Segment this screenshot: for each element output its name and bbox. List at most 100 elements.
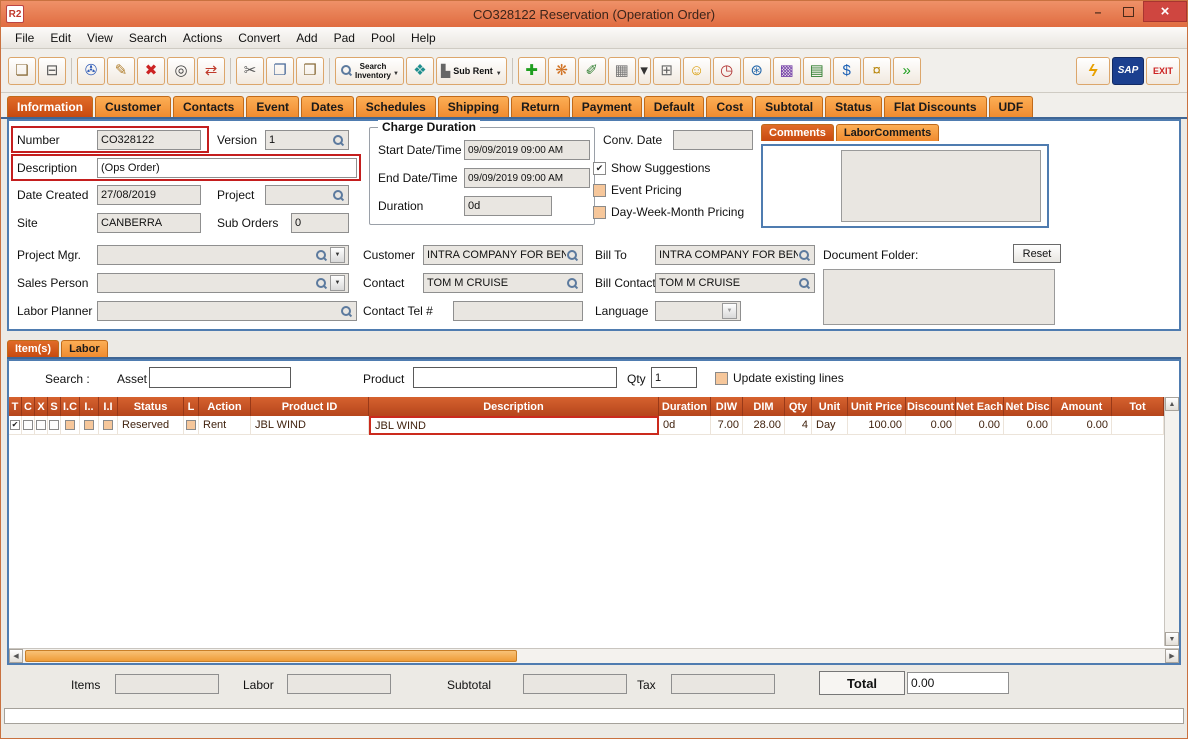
chevron-down-icon[interactable] (330, 275, 345, 291)
edit-button[interactable]: ✎ (107, 57, 135, 85)
conv-date-field[interactable] (673, 130, 753, 150)
scroll-down-icon[interactable] (1165, 632, 1179, 646)
tab-customer[interactable]: Customer (95, 96, 171, 117)
print-form-button[interactable]: ⊞ (653, 57, 681, 85)
tab-default[interactable]: Default (644, 96, 705, 117)
col-x[interactable]: X (35, 397, 48, 416)
customer-field[interactable]: INTRA COMPANY FOR BEN (423, 245, 583, 265)
col-product-id[interactable]: Product ID (251, 397, 369, 416)
end-datetime-field[interactable]: 09/09/2019 09:00 AM (464, 168, 590, 188)
col-dim[interactable]: DIM (743, 397, 785, 416)
col-t[interactable]: T (9, 397, 22, 416)
currency-button[interactable]: $ (833, 57, 861, 85)
asset-input[interactable] (149, 367, 291, 388)
flash-button[interactable]: ϟ (1076, 57, 1110, 85)
tab-shipping[interactable]: Shipping (438, 96, 509, 117)
sales-person-field[interactable] (97, 273, 349, 293)
menu-actions[interactable]: Actions (175, 29, 230, 47)
col-l[interactable]: L (184, 397, 199, 416)
web-button[interactable]: ⊛ (743, 57, 771, 85)
row-checkbox-c[interactable] (23, 420, 33, 430)
labor-planner-field[interactable] (97, 301, 357, 321)
search-icon[interactable] (566, 277, 579, 290)
search-icon[interactable] (340, 305, 353, 318)
scroll-up-icon[interactable] (1165, 397, 1179, 411)
history-button[interactable]: ◷ (713, 57, 741, 85)
worksheet-button[interactable]: ▤ (803, 57, 831, 85)
checkbox[interactable] (593, 184, 606, 197)
tab-payment[interactable]: Payment (572, 96, 642, 117)
search-icon[interactable] (332, 189, 345, 202)
row-checkbox-ii[interactable] (103, 420, 113, 430)
contact-field[interactable]: TOM M CRUISE (423, 273, 583, 293)
description-field[interactable]: (Ops Order) (97, 158, 357, 178)
sap-button[interactable]: SAP (1112, 57, 1144, 85)
tab-return[interactable]: Return (511, 96, 570, 117)
number-field[interactable]: CO328122 (97, 130, 201, 150)
col-ic[interactable]: I.C (61, 397, 80, 416)
scroll-left-icon[interactable] (9, 649, 23, 663)
tab-dates[interactable]: Dates (301, 96, 354, 117)
search-icon[interactable] (332, 134, 345, 147)
transfer-button[interactable]: ⇄ (197, 57, 225, 85)
comments-textarea[interactable] (841, 150, 1041, 222)
tab-status[interactable]: Status (825, 96, 882, 117)
reset-button[interactable]: Reset (1013, 244, 1061, 263)
pool-button[interactable]: ❋ (548, 57, 576, 85)
row-checkbox-t[interactable] (10, 420, 20, 430)
export-button[interactable]: » (893, 57, 921, 85)
chevron-down-icon[interactable] (330, 247, 345, 263)
col-s[interactable]: S (48, 397, 61, 416)
project-mgr-field[interactable] (97, 245, 349, 265)
scroll-right-icon[interactable] (1165, 649, 1179, 663)
bill-contact-field[interactable]: TOM M CRUISE (655, 273, 815, 293)
horizontal-scrollbar[interactable] (9, 648, 1179, 663)
pad-button[interactable]: ▦ (608, 57, 636, 85)
tab-cost[interactable]: Cost (706, 96, 753, 117)
qty-input[interactable] (651, 367, 697, 388)
col-amount[interactable]: Amount (1052, 397, 1112, 416)
billing-button[interactable]: ¤ (863, 57, 891, 85)
minimize-button[interactable] (1083, 1, 1113, 22)
search-icon[interactable] (315, 277, 328, 290)
col-ii[interactable]: I.I (99, 397, 118, 416)
bill-to-field[interactable]: INTRA COMPANY FOR BEN (655, 245, 815, 265)
maximize-button[interactable] (1113, 1, 1143, 22)
add-line-button[interactable]: ✚ (518, 57, 546, 85)
col-duration[interactable]: Duration (659, 397, 711, 416)
paste-button[interactable]: ❒ (296, 57, 324, 85)
search-icon[interactable] (315, 249, 328, 262)
search-icon[interactable] (798, 277, 811, 290)
row-checkbox-s[interactable] (49, 420, 59, 430)
col-total[interactable]: Tot (1112, 397, 1164, 416)
row-checkbox-l[interactable] (186, 420, 196, 430)
close-button[interactable] (1143, 1, 1187, 22)
checkbox[interactable] (593, 162, 606, 175)
tab-subtotal[interactable]: Subtotal (755, 96, 823, 117)
search-icon[interactable] (798, 249, 811, 262)
tab-labor-comments[interactable]: LaborComments (836, 124, 939, 141)
site-field[interactable]: CANBERRA (97, 213, 201, 233)
col-i2[interactable]: I.. (80, 397, 99, 416)
table-row[interactable]: Reserved Rent JBL WIND JBL WIND 0d 7.00 … (9, 416, 1164, 435)
find-button[interactable]: ◎ (167, 57, 195, 85)
delete-button[interactable]: ✖ (137, 57, 165, 85)
sub-rent-button[interactable]: ▙ Sub Rent (436, 57, 507, 85)
update-existing-lines-option[interactable]: Update existing lines (715, 369, 844, 387)
database-button[interactable]: ▩ (773, 57, 801, 85)
tab-flat-discounts[interactable]: Flat Discounts (884, 96, 987, 117)
chevron-down-icon[interactable] (722, 303, 737, 319)
tab-information[interactable]: Information (7, 96, 93, 117)
tab-schedules[interactable]: Schedules (356, 96, 436, 117)
feedback-button[interactable]: ☺ (683, 57, 711, 85)
new-document-button[interactable]: ❏ (8, 57, 36, 85)
col-unit[interactable]: Unit (812, 397, 848, 416)
col-diw[interactable]: DIW (711, 397, 743, 416)
tab-contacts[interactable]: Contacts (173, 96, 244, 117)
tab-event[interactable]: Event (246, 96, 299, 117)
col-qty[interactable]: Qty (785, 397, 812, 416)
col-net-disc[interactable]: Net Disc (1004, 397, 1052, 416)
start-datetime-field[interactable]: 09/09/2019 09:00 AM (464, 140, 590, 160)
col-net-each[interactable]: Net Each (956, 397, 1004, 416)
menu-pool[interactable]: Pool (363, 29, 403, 47)
